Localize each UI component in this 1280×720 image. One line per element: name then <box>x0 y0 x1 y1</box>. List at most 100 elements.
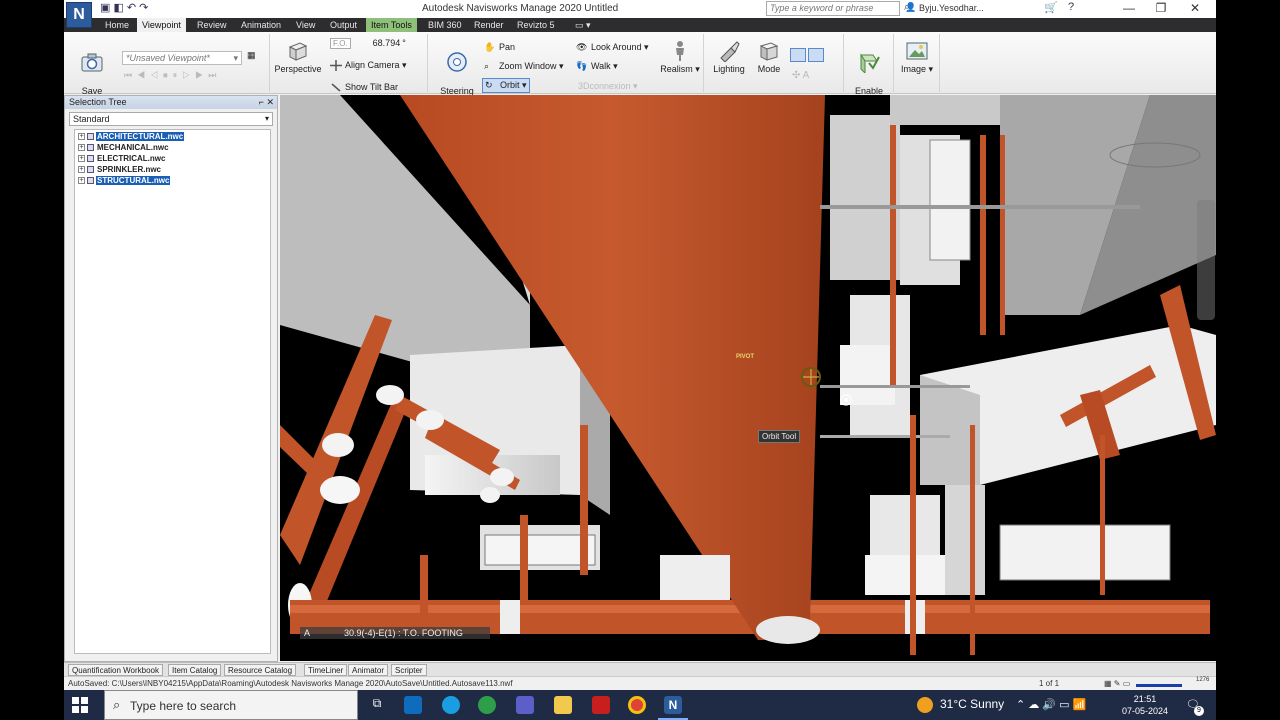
surfaces-toggle-icon[interactable] <box>790 48 806 62</box>
walk-button[interactable]: 👣 Walk ▾ <box>576 61 618 72</box>
selection-tree-mode-value: Standard <box>73 114 110 124</box>
globe-icon[interactable] <box>478 696 496 714</box>
image-button[interactable]: Image ▾ <box>898 40 936 75</box>
expand-icon[interactable]: + <box>78 144 85 152</box>
panel-controls[interactable]: ⌐ ✕ <box>259 96 274 109</box>
tab-view[interactable]: View <box>291 18 320 32</box>
realism-button[interactable]: Realism ▾ <box>660 40 700 75</box>
tree-item-label: MECHANICAL.nwc <box>97 143 169 152</box>
mode-button[interactable]: Mode <box>752 40 786 75</box>
tab-animation[interactable]: Animation <box>236 18 286 32</box>
file-explorer-icon[interactable] <box>554 696 572 714</box>
tree-item-structural[interactable]: + STRUCTURAL.nwc <box>75 175 270 186</box>
outlook-icon[interactable] <box>404 696 422 714</box>
fov-control[interactable]: F.O. 68.794 ° <box>330 38 406 49</box>
status-bar: AutoSaved: C:\Users\INBY04215\AppData\Ro… <box>64 676 1216 690</box>
viewpoint-edit-icon[interactable]: ▦ <box>247 50 256 61</box>
viewpoint-combo[interactable]: *Unsaved Viewpoint* ▾ <box>122 51 242 65</box>
teams-icon[interactable] <box>516 696 534 714</box>
cart-icon[interactable]: 🛒 <box>1044 1 1058 14</box>
camera-group: Perspective F.O. 68.794 ° Align Camera ▾ S… <box>270 34 428 92</box>
windows-start-icon[interactable] <box>72 697 88 713</box>
tray-icons[interactable]: ⌃ ☁ 🔊 ▭ 📶 <box>1016 698 1086 711</box>
help-search-input[interactable]: Type a keyword or phrase <box>766 1 900 16</box>
tab-resource-catalog[interactable]: Resource Catalog <box>224 664 297 676</box>
hand-icon: ✋ <box>484 42 496 53</box>
chrome-icon[interactable] <box>628 696 646 714</box>
tab-render[interactable]: Render <box>469 18 509 32</box>
grid-axis: A <box>304 628 311 638</box>
points-text-toggles[interactable]: ✣ A <box>792 70 809 81</box>
fov-value[interactable]: 68.794 <box>373 38 401 48</box>
align-camera-button[interactable]: Align Camera ▾ <box>330 60 407 72</box>
user-name[interactable]: Byju.Yesodhar... <box>919 3 984 13</box>
playback-controls[interactable]: ⏮◀◁⏹⏸▷▶⏭ <box>124 70 221 81</box>
tab-bim360[interactable]: BIM 360 <box>423 18 467 32</box>
quick-access-toolbar[interactable]: ▣ ◧ ↶ ↷ <box>100 1 148 14</box>
3d-viewport[interactable]: PIVOT Orbit Tool A 30.9(-4)-E(1) : T.O. F… <box>280 95 1216 661</box>
taskbar-search[interactable]: ⌕ Type here to search <box>104 690 358 720</box>
close-panel-icon[interactable]: ✕ <box>266 97 274 107</box>
orbit-button[interactable]: ↻ Orbit ▾ <box>482 78 530 94</box>
zoom-window-button[interactable]: ⌕ Zoom Window ▾ <box>484 61 564 72</box>
help-icon[interactable]: ? <box>1068 1 1074 13</box>
clock[interactable]: 21:51 07-05-2024 <box>1122 693 1168 717</box>
align-icon <box>330 60 342 72</box>
expand-icon[interactable]: + <box>78 166 85 174</box>
task-view-icon[interactable]: ⧉ <box>368 696 386 714</box>
lighting-button[interactable]: Lighting <box>710 40 748 75</box>
pin-icon[interactable]: ⌐ <box>259 97 264 107</box>
tree-item-mechanical[interactable]: + MECHANICAL.nwc <box>75 142 270 153</box>
restore-icon[interactable]: ❐ <box>1146 1 1176 15</box>
lines-toggle-icon[interactable] <box>808 48 824 62</box>
close-icon[interactable]: ✕ <box>1180 1 1210 15</box>
tree-item-sprinkler[interactable]: + SPRINKLER.nwc <box>75 164 270 175</box>
expand-icon[interactable]: + <box>78 133 85 141</box>
tab-timeliner[interactable]: TimeLiner <box>304 664 348 676</box>
selection-tree-mode-select[interactable]: Standard ▾ <box>69 112 273 126</box>
tab-home[interactable]: Home <box>100 18 134 32</box>
tab-review[interactable]: Review <box>192 18 232 32</box>
ribbon-options-icon[interactable]: ▭ ▾ <box>570 18 596 32</box>
status-controls[interactable]: ▦ ✎ ▭ <box>1104 677 1130 690</box>
3dconnexion-button[interactable]: 3Dconnexion ▾ <box>578 81 638 92</box>
tab-item-catalog[interactable]: Item Catalog <box>168 664 222 676</box>
tab-output[interactable]: Output <box>325 18 362 32</box>
edge-icon[interactable] <box>442 696 460 714</box>
tree-item-electrical[interactable]: + ELECTRICAL.nwc <box>75 153 270 164</box>
pdf-icon[interactable] <box>592 696 610 714</box>
tab-scripter[interactable]: Scripter <box>391 664 427 676</box>
taskbar-search-placeholder: Type here to search <box>130 699 237 713</box>
selection-tree-title: Selection Tree <box>69 97 127 107</box>
expand-icon[interactable]: + <box>78 177 85 185</box>
expand-icon[interactable]: + <box>78 155 85 163</box>
fov-spinner-icon[interactable]: ° <box>402 38 406 48</box>
weather-status[interactable]: 31°C Sunny <box>940 697 1004 711</box>
tab-revizto[interactable]: Revizto 5 <box>512 18 560 32</box>
app-logo[interactable]: N <box>66 2 92 28</box>
tree-item-label: ARCHITECTURAL.nwc <box>96 132 185 141</box>
user-icon[interactable]: 👤 <box>905 2 916 13</box>
minimize-icon[interactable]: — <box>1114 1 1144 15</box>
chevron-down-icon: ▾ <box>233 53 238 63</box>
navisworks-taskbar-icon[interactable]: N <box>664 696 682 714</box>
selection-tree-list: + ARCHITECTURAL.nwc + MECHANICAL.nwc + ELEC… <box>74 129 271 654</box>
realism-label: Realism <box>660 64 693 74</box>
selection-tree-panel: Selection Tree ⌐ ✕ Standard ▾ + ARCHITECTU… <box>64 95 278 662</box>
tree-item-architectural[interactable]: + ARCHITECTURAL.nwc <box>75 131 270 142</box>
tab-animator[interactable]: Animator <box>348 664 389 676</box>
show-tilt-bar-button[interactable]: Show Tilt Bar <box>330 82 398 93</box>
orbit-label: Orbit <box>500 80 520 90</box>
flashlight-icon <box>720 41 740 62</box>
navigation-bar[interactable] <box>1197 200 1215 320</box>
page-count: 1 of 1 <box>1039 679 1060 688</box>
save-load-group: Save Viewpoint *Unsaved Viewpoint*▾ ▦ ⏮◀… <box>64 34 270 107</box>
pan-button[interactable]: ✋ Pan <box>484 42 515 53</box>
notification-badge: 9 <box>1194 706 1204 716</box>
look-around-button[interactable]: 👁 Look Around ▾ <box>576 42 649 53</box>
tab-quantification-workbook[interactable]: Quantification Workbook <box>68 664 164 676</box>
tab-item-tools[interactable]: Item Tools <box>366 18 417 32</box>
tab-viewpoint[interactable]: Viewpoint <box>137 18 186 32</box>
perspective-button[interactable]: Perspective <box>274 40 322 75</box>
display-toggles[interactable] <box>790 48 824 64</box>
